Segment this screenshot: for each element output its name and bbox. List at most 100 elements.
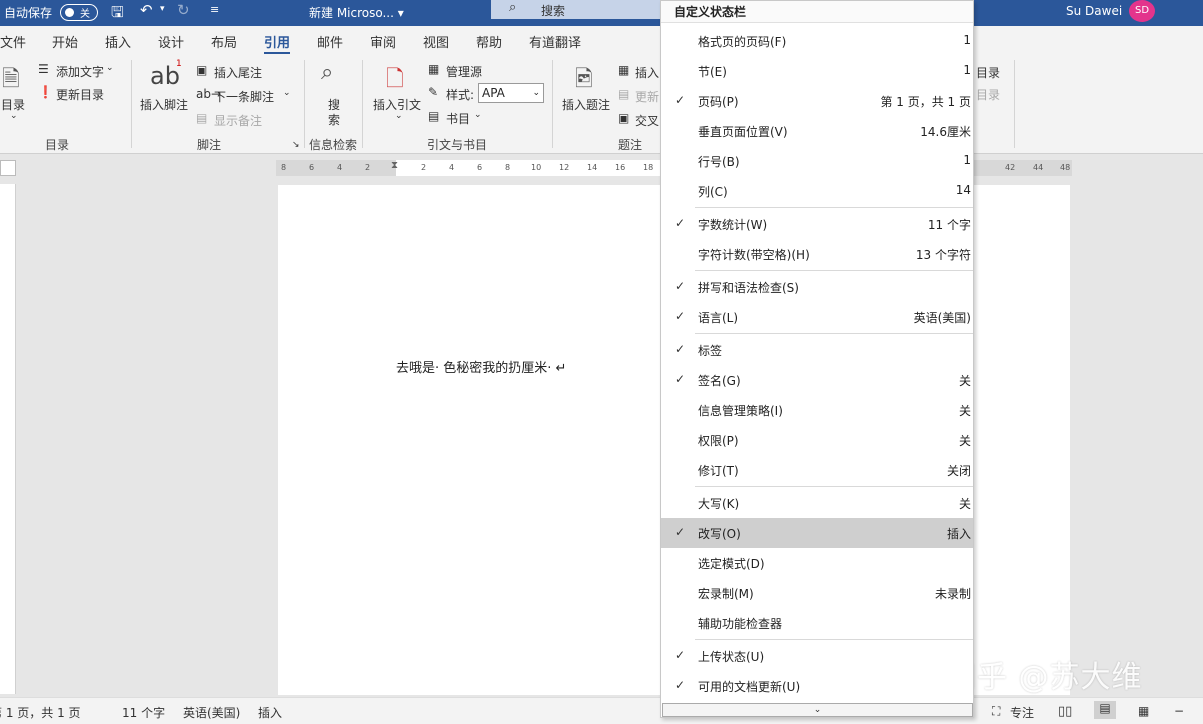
update-index-button[interactable]: 目录 [976,86,1000,103]
menu-item-caps-lock[interactable]: 大写(K) 关 [661,488,973,518]
toc-dropdown-icon[interactable]: ⌄ [10,111,18,121]
style-label: 样式: [446,88,475,102]
user-name[interactable]: Su Dawei [1066,4,1122,18]
customize-qat-icon[interactable]: ≡ [210,3,219,16]
save-icon[interactable]: 🖫 [111,2,124,27]
zoom-out-icon[interactable]: − [1174,704,1184,718]
print-layout-icon[interactable]: ▤ [1094,701,1116,719]
focus-button[interactable]: 专注 [1010,704,1034,721]
style-select[interactable]: APA ⌄ [478,83,544,103]
add-text-button[interactable]: 添加文字 [56,63,104,80]
group-separator [362,60,363,148]
search-research-button-line2[interactable]: 索 [328,111,340,128]
bibliography-dropdown-icon[interactable]: ⌄ [474,110,482,120]
menu-item-label: 语言(L) [698,311,739,325]
menu-item-label: 选定模式(D) [698,557,765,571]
menu-item-info-policy[interactable]: 信息管理策略(I) 关 [661,395,973,425]
web-layout-icon[interactable]: ▦ [1138,704,1149,718]
manage-sources-button[interactable]: 管理源 [446,63,482,80]
group-label-research: 信息检索 [309,138,358,152]
group-separator [1014,60,1015,148]
cross-reference-button[interactable]: 交叉 [635,112,659,129]
insert-endnote-button[interactable]: 插入尾注 [214,64,262,81]
ruler-tick: 8 [281,163,287,172]
status-mode[interactable]: 插入 [258,704,282,721]
next-footnote-dropdown-icon[interactable]: ⌄ [283,88,291,98]
menu-item-value: 11 个字 [927,218,971,232]
autosave-toggle[interactable]: 关 [60,4,98,21]
tab-insert[interactable]: 插入 [105,32,131,51]
bibliography-button[interactable]: 书目 [446,110,470,127]
undo-dropdown-icon[interactable]: ▾ [160,4,165,14]
tab-mailings[interactable]: 邮件 [317,32,343,51]
menu-separator [695,639,973,640]
menu-item-upload-status[interactable]: ✓ 上传状态(U) [661,641,973,671]
undo-icon[interactable]: ↶ [140,1,153,19]
manage-sources-icon: ▦ [428,62,440,76]
menu-item-page-number[interactable]: ✓ 页码(P) 第 1 页，共 1 页 [661,86,973,116]
avatar[interactable]: SD [1129,0,1155,22]
update-toc-icon: ❗ [38,85,53,99]
search-research-icon: ⌕ [321,60,334,85]
menu-item-permissions[interactable]: 权限(P) 关 [661,425,973,455]
mark-entry-button[interactable]: 目录 [976,64,1000,81]
menu-item-value: 关闭 [946,464,971,478]
menu-item-value: 关 [958,404,971,418]
menu-item-spelling-check[interactable]: ✓ 拼写和语法检查(S) [661,272,973,302]
cross-reference-icon: ▣ [618,111,630,125]
tab-references[interactable]: 引用 [264,32,291,55]
tab-view[interactable]: 视图 [423,32,449,51]
menu-separator [695,333,973,334]
tab-layout[interactable]: 布局 [211,32,237,51]
menu-item-value: 1 [963,63,971,77]
update-toc-button[interactable]: 更新目录 [56,86,104,103]
menu-item-word-count[interactable]: ✓ 字数统计(W) 11 个字 [661,209,973,239]
status-word-count[interactable]: 11 个字 [122,704,165,721]
status-page[interactable]: 第 1 页，共 1 页 [0,704,81,721]
menu-item-selection-mode[interactable]: 选定模式(D) [661,548,973,578]
menu-item-track-changes[interactable]: 修订(T) 关闭 [661,455,973,485]
tab-design[interactable]: 设计 [158,32,184,51]
redo-icon[interactable]: ↻ [177,1,190,19]
insert-table-figures-button[interactable]: 插入 [635,64,659,81]
menu-item-vertical-position[interactable]: 垂直页面位置(V) 14.6厘米 [661,116,973,146]
search-box[interactable]: ⌕ 搜索 [491,0,661,19]
read-mode-icon[interactable]: ▯▯ [1058,704,1072,719]
menu-item-character-count[interactable]: 字符计数(带空格)(H) 13 个字符 [661,239,973,269]
menu-item-accessibility-checker[interactable]: 辅助功能检查器 [661,608,973,638]
update-table-button[interactable]: 更新 [635,88,659,105]
document-text[interactable]: 去哦是· 色秘密我的扔厘米· ↵ [396,357,566,376]
insert-footnote-button[interactable]: 插入脚注 [140,96,188,113]
tab-review[interactable]: 审阅 [370,32,396,51]
autosave-state: 关 [80,9,90,20]
add-text-dropdown-icon[interactable]: ⌄ [106,63,114,73]
menu-item-line-number[interactable]: 行号(B) 1 [661,146,973,176]
menu-item-label: 节(E) [698,65,727,79]
menu-item-section[interactable]: 节(E) 1 [661,56,973,86]
indent-marker-icon[interactable]: ⧗ [391,160,398,171]
menu-item-label-tag[interactable]: ✓ 标签 [661,335,973,365]
document-title[interactable]: 新建 Microso... ▾ [309,4,404,21]
menu-scroll-down-button[interactable]: ⌄ [662,703,973,717]
insert-caption-button[interactable]: 插入题注 [562,96,610,113]
vertical-ruler[interactable] [0,184,16,694]
tab-selector[interactable] [0,160,16,176]
menu-item-language[interactable]: ✓ 语言(L) 英语(美国) [661,302,973,332]
tab-home[interactable]: 开始 [52,32,78,51]
focus-icon[interactable]: ⛶ [992,704,1000,719]
menu-item-macro-recording[interactable]: 宏录制(M) 未录制 [661,578,973,608]
insert-citation-dropdown-icon[interactable]: ⌄ [395,111,403,121]
menu-item-column[interactable]: 列(C) 14 [661,176,973,206]
dialog-launcher-icon[interactable]: ↘ [292,140,300,150]
menu-item-document-updates[interactable]: ✓ 可用的文档更新(U) [661,671,973,701]
menu-item-signatures[interactable]: ✓ 签名(G) 关 [661,365,973,395]
tab-file[interactable]: 文件 [0,32,26,51]
tab-youdao[interactable]: 有道翻译 [529,32,581,51]
tab-help[interactable]: 帮助 [476,32,502,51]
show-notes-button[interactable]: 显示备注 [214,112,262,129]
next-footnote-button[interactable]: 下一条脚注 [214,88,274,105]
menu-item-formatted-page-number[interactable]: 格式页的页码(F) 1 [661,26,973,56]
menu-item-overtype[interactable]: ✓ 改写(O) 插入 [661,518,973,548]
status-bar: 第 1 页，共 1 页 11 个字 英语(美国) 插入 ⛶ 专注 ▯▯ ▤ ▦ … [0,697,1203,724]
status-language[interactable]: 英语(美国) [183,704,240,721]
